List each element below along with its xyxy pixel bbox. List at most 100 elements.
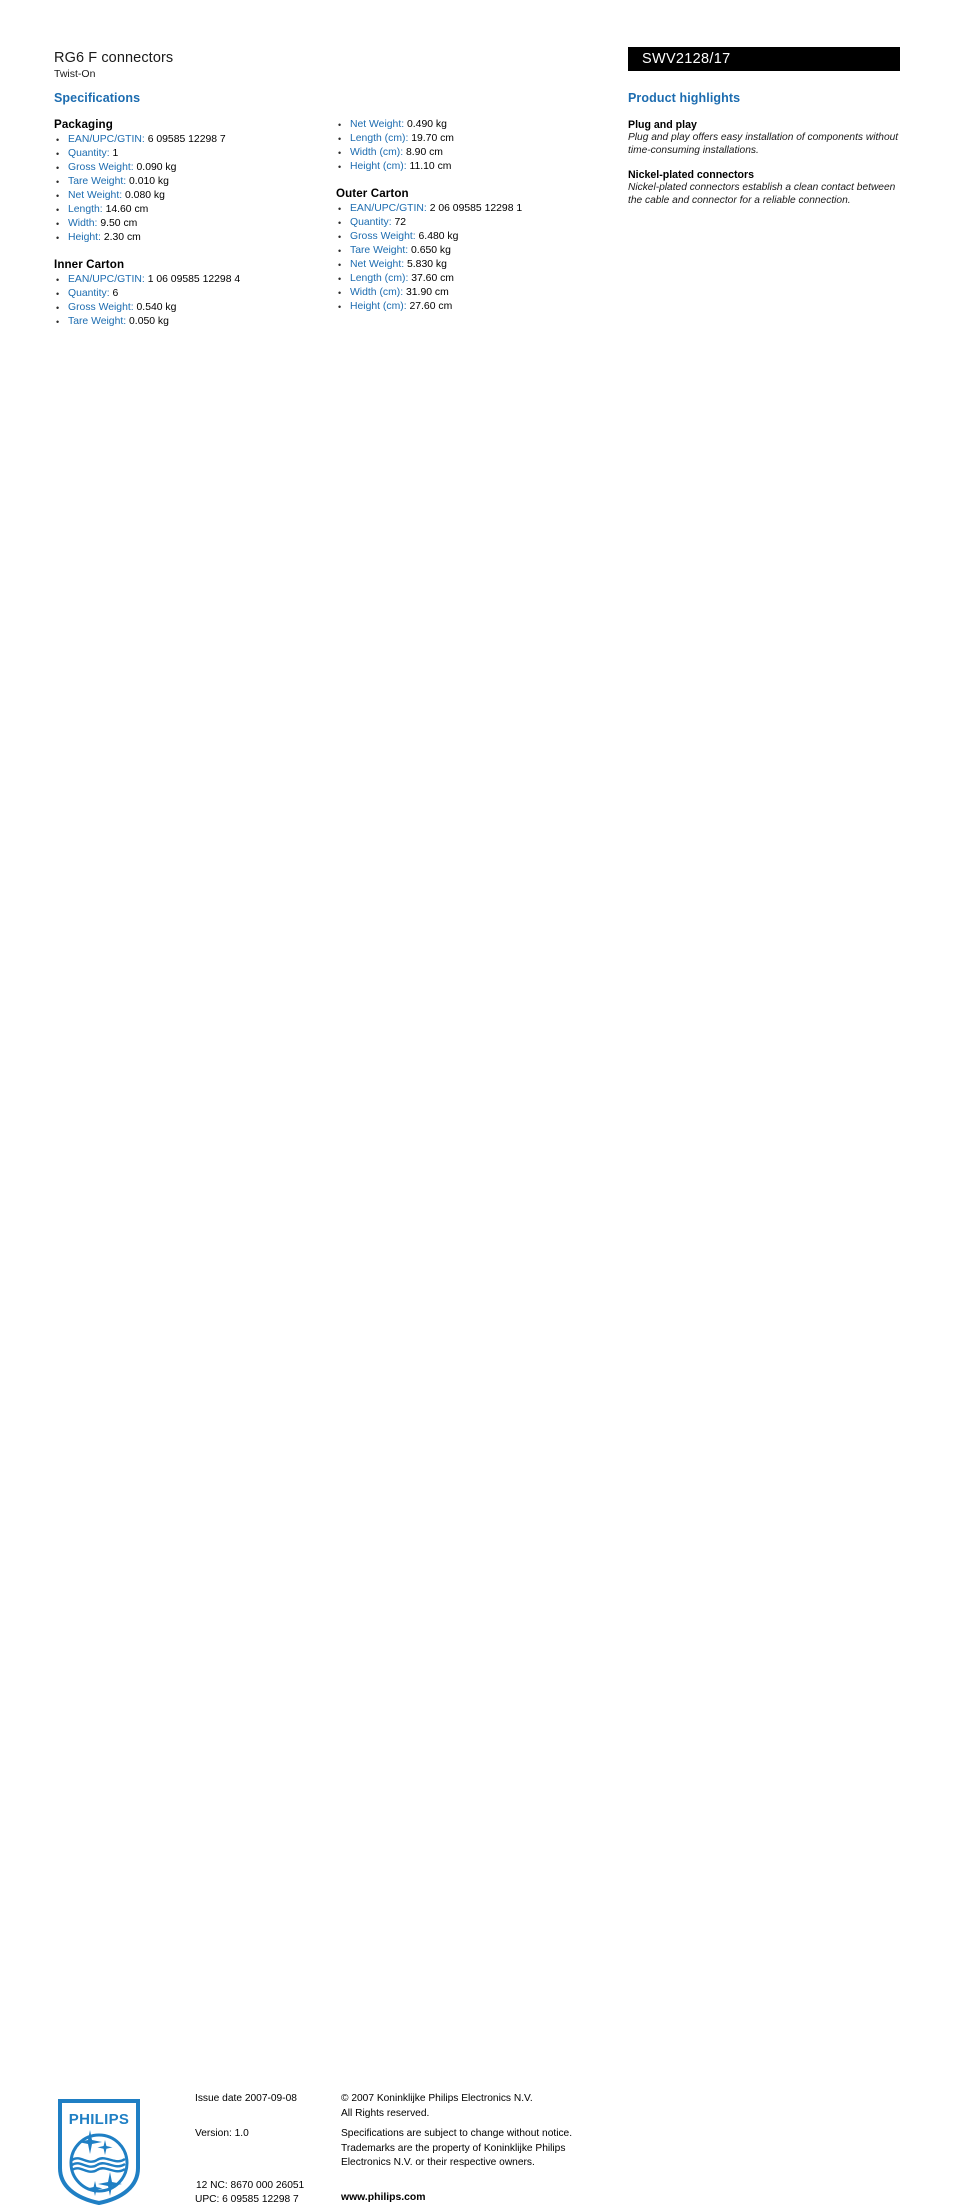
highlight-title: Nickel-plated connectors — [628, 169, 754, 182]
website-link[interactable]: www.philips.com — [341, 2191, 425, 2206]
page-subtitle: Twist-On — [54, 68, 96, 80]
spec-item-label: EAN/UPC/GTIN: — [350, 203, 427, 214]
spec-item-label: Tare Weight: — [68, 176, 127, 187]
spec-item-label: EAN/UPC/GTIN: — [68, 134, 145, 145]
highlight-body: Plug and play offers easy installation o… — [628, 132, 899, 156]
specifications-column-left: Packaging EAN/UPC/GTIN: 6 09585 12298 7 Qu… — [54, 118, 324, 329]
philips-logo: PHILIPS — [57, 2098, 141, 2206]
model-number-bar: SWV2128/17 — [628, 47, 900, 71]
spec-item: EAN/UPC/GTIN: 1 06 09585 12298 4 — [54, 273, 324, 287]
spec-item-label: Net Weight: — [68, 190, 123, 201]
copyright-line-2: All Rights reserved. — [341, 2107, 430, 2119]
spec-item-label: Length: — [68, 204, 103, 215]
spec-item: Tare Weight: 0.010 kg — [54, 175, 324, 189]
spec-item-label: Quantity: — [350, 217, 392, 228]
spec-item-value: 37.60 cm — [411, 273, 454, 284]
spec-item-label: EAN/UPC/GTIN: — [68, 274, 145, 285]
spec-group-title-inner-carton: Inner Carton — [54, 258, 125, 271]
spec-item: Net Weight: 0.080 kg — [54, 189, 324, 203]
svg-text:PHILIPS: PHILIPS — [69, 2111, 129, 2128]
spec-item-value: 0.540 kg — [136, 302, 177, 313]
issue-date: Issue date 2007-09-08 — [195, 2093, 297, 2104]
spec-item-value: 0.090 kg — [136, 162, 177, 173]
page-title: RG6 F connectors — [54, 50, 174, 66]
spec-item-value: 8.90 cm — [406, 147, 443, 158]
spec-item: Quantity: 72 — [336, 216, 606, 230]
spec-list-inner-carton-continued: Net Weight: 0.490 kgLength (cm): 19.70 c… — [336, 118, 606, 174]
spec-item-value: 27.60 cm — [409, 301, 453, 312]
spec-item-value: 2 06 09585 12298 1 — [429, 203, 523, 214]
spec-item-label: Gross Weight: — [350, 231, 416, 242]
spec-item-value: 6.480 kg — [418, 231, 459, 242]
spec-item: Quantity: 6 — [54, 287, 324, 301]
spec-item-label: Width (cm): — [350, 287, 404, 298]
highlight-item: Nickel-plated connectors Nickel-plated co… — [628, 168, 900, 207]
upc-code: UPC: 6 09585 12298 7 — [195, 2194, 299, 2205]
spec-item-value: 31.90 cm — [406, 287, 449, 298]
spec-item-label: Width: — [68, 218, 98, 229]
spec-item-label: Height (cm): — [350, 161, 407, 172]
model-number-label: SWV2128/17 — [642, 51, 731, 67]
spec-item-label: Quantity: — [68, 148, 110, 159]
spec-item-value: 0.490 kg — [407, 119, 447, 130]
spec-item-value: 2.30 cm — [103, 232, 141, 243]
spec-item-label: Length (cm): — [350, 133, 409, 144]
spec-item: Quantity: 1 — [54, 147, 324, 161]
spec-item: Length: 14.60 cm — [54, 203, 324, 217]
spec-list-inner-carton: EAN/UPC/GTIN: 1 06 09585 12298 4Quantity… — [54, 273, 324, 329]
philips-shield-icon: PHILIPS — [58, 2099, 140, 2206]
spec-item-value: 6 09585 12298 7 — [147, 134, 226, 145]
spec-item-value: 1 06 09585 12298 4 — [147, 274, 241, 285]
highlight-body: Nickel-plated connectors establish a cle… — [628, 182, 896, 206]
spec-item: Length (cm): 19.70 cm — [336, 132, 606, 146]
copyright-block: © 2007 Koninklijke Philips Electronics N… — [341, 2092, 533, 2121]
spec-item-value: 11.10 cm — [409, 161, 452, 172]
spec-item-label: Tare Weight: — [68, 316, 127, 327]
product-highlights-column: Plug and play Plug and play offers easy i… — [628, 118, 900, 218]
nc-code: 12 NC: 8670 000 26051 — [196, 2180, 305, 2191]
disclaimer-text: Specifications are subject to change wit… — [341, 2128, 573, 2168]
spec-item: Width (cm): 31.90 cm — [336, 286, 606, 300]
spec-item-label: Height (cm): — [350, 301, 407, 312]
spec-list-outer-carton: EAN/UPC/GTIN: 2 06 09585 12298 1Quantity… — [336, 202, 606, 314]
highlight-title: Plug and play — [628, 119, 697, 131]
spec-item-value: 0.050 kg — [129, 316, 169, 327]
spec-item: Net Weight: 5.830 kg — [336, 258, 606, 272]
spec-item: Tare Weight: 0.650 kg — [336, 244, 606, 258]
spec-item-value: 0.080 kg — [125, 190, 165, 201]
spec-item: Height (cm): 27.60 cm — [336, 300, 606, 314]
spec-item-value: 72 — [394, 217, 407, 228]
spec-item-value: 0.650 kg — [411, 245, 451, 256]
spec-item: Tare Weight: 0.050 kg — [54, 315, 324, 329]
spec-item-label: Gross Weight: — [68, 302, 134, 313]
product-highlights-heading: Product highlights — [628, 91, 741, 105]
spec-item-label: Gross Weight: — [68, 162, 134, 173]
spec-item: Width (cm): 8.90 cm — [336, 146, 606, 160]
spec-list-packaging: EAN/UPC/GTIN: 6 09585 12298 7 Quantity: 1… — [54, 133, 324, 245]
datasheet-page: RG6 F connectors Twist-On SWV2128/17 Spe… — [0, 0, 954, 2206]
spec-item: EAN/UPC/GTIN: 2 06 09585 12298 1 — [336, 202, 606, 216]
spec-item-value: 14.60 cm — [105, 204, 149, 215]
spec-item: Gross Weight: 0.090 kg — [54, 161, 324, 175]
spec-item-label: Tare Weight: — [350, 245, 409, 256]
spec-item-value: 9.50 cm — [100, 218, 138, 229]
spec-item-label: Quantity: — [68, 288, 110, 299]
spec-group-title-packaging: Packaging — [54, 118, 113, 131]
spec-item-label: Net Weight: — [350, 259, 405, 270]
spec-item: Height (cm): 11.10 cm — [336, 160, 606, 174]
page-footer: PHILIPS Issue date 2007-09-08 Version: 1… — [0, 1040, 954, 2206]
spec-item-value: 0.010 kg — [129, 176, 169, 187]
spec-item-label: Height: — [68, 232, 101, 243]
spec-item-label: Net Weight: — [350, 119, 405, 130]
spec-item: Gross Weight: 0.540 kg — [54, 301, 324, 315]
spec-item: Length (cm): 37.60 cm — [336, 272, 606, 286]
spec-item-label: Width (cm): — [350, 147, 404, 158]
specifications-column-middle: Net Weight: 0.490 kgLength (cm): 19.70 c… — [336, 118, 606, 314]
spec-group-title-outer-carton: Outer Carton — [336, 187, 409, 200]
copyright-line-1: © 2007 Koninklijke Philips Electronics N… — [341, 2093, 533, 2104]
spec-item: Net Weight: 0.490 kg — [336, 118, 606, 132]
version: Version: 1.0 — [195, 2128, 249, 2139]
spec-item: Width: 9.50 cm — [54, 217, 324, 231]
spec-item-value: 5.830 kg — [407, 259, 447, 270]
spec-item-value: 6 — [112, 288, 119, 299]
